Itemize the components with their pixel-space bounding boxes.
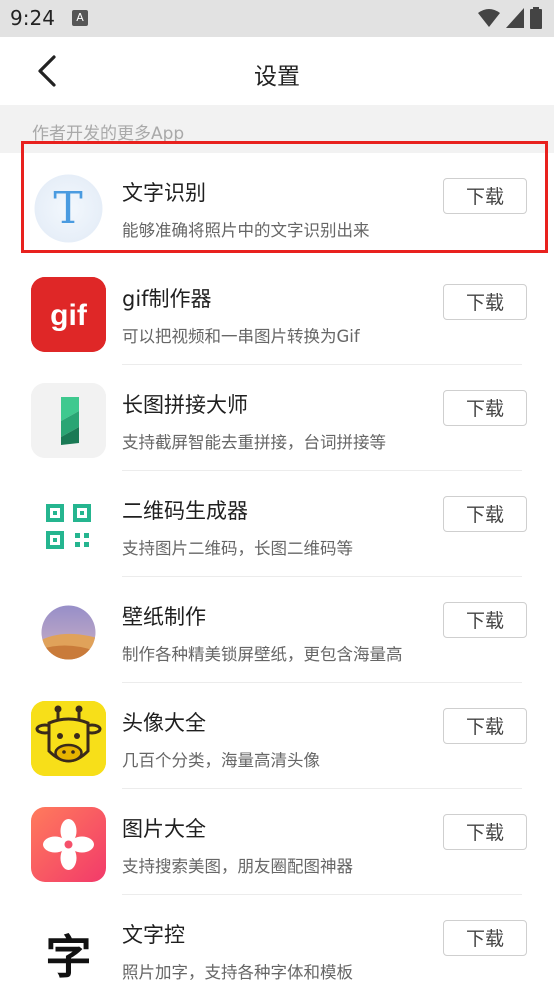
- giraffe-avatar-icon: [31, 701, 106, 776]
- download-button[interactable]: 下载: [443, 602, 527, 638]
- page-title: 设置: [254, 64, 300, 90]
- list-item[interactable]: 壁纸制作 制作各种精美锁屏壁纸，更包含海量高 下载: [0, 577, 554, 683]
- flower-icon: [31, 807, 106, 882]
- list-item[interactable]: T 文字识别 能够准确将照片中的文字识别出来 下载: [0, 153, 554, 259]
- long-image-stitch-icon: [31, 383, 106, 458]
- download-button[interactable]: 下载: [443, 814, 527, 850]
- download-button[interactable]: 下载: [443, 178, 527, 214]
- app-description: 几百个分类，海量高清头像: [122, 751, 320, 770]
- app-name: 长图拼接大师: [122, 393, 248, 417]
- signal-icon: [506, 8, 524, 28]
- qr-code-icon: [31, 489, 106, 564]
- wallpaper-icon: [31, 595, 106, 670]
- app-description: 可以把视频和一串图片转换为Gif: [122, 327, 360, 346]
- app-description: 照片加字，支持各种字体和模板: [122, 963, 353, 982]
- app-header: 设置: [0, 37, 554, 105]
- app-description: 支持图片二维码，长图二维码等: [122, 539, 353, 558]
- list-item[interactable]: 图片大全 支持搜索美图，朋友圈配图神器 下载: [0, 789, 554, 895]
- notification-icon: A: [72, 10, 88, 26]
- app-name: 二维码生成器: [122, 499, 248, 523]
- app-name: gif制作器: [122, 287, 212, 311]
- app-name: 头像大全: [122, 711, 206, 735]
- battery-icon: [530, 7, 542, 29]
- app-description: 能够准确将照片中的文字识别出来: [122, 221, 370, 240]
- svg-text:gif: gif: [50, 299, 88, 332]
- app-description: 支持搜索美图，朋友圈配图神器: [122, 857, 353, 876]
- list-item[interactable]: 头像大全 几百个分类，海量高清头像 下载: [0, 683, 554, 789]
- app-list: T 文字识别 能够准确将照片中的文字识别出来 下载 gif gif制作器 可以把…: [0, 153, 554, 1001]
- section-header: 作者开发的更多App: [0, 105, 554, 153]
- download-button[interactable]: 下载: [443, 284, 527, 320]
- wifi-icon: [478, 9, 500, 27]
- status-icons: [478, 7, 542, 29]
- app-description: 制作各种精美锁屏壁纸，更包含海量高: [122, 645, 403, 664]
- text-art-icon: 字: [31, 913, 106, 988]
- svg-text:字: 字: [46, 930, 92, 984]
- list-item[interactable]: 长图拼接大师 支持截屏智能去重拼接，台词拼接等 下载: [0, 365, 554, 471]
- text-recognition-icon: T: [31, 171, 106, 246]
- list-item[interactable]: 二维码生成器 支持图片二维码，长图二维码等 下载: [0, 471, 554, 577]
- app-name: 文字控: [122, 923, 185, 947]
- status-bar: 9:24 A: [0, 0, 554, 37]
- app-description: 支持截屏智能去重拼接，台词拼接等: [122, 433, 386, 452]
- download-button[interactable]: 下载: [443, 920, 527, 956]
- download-button[interactable]: 下载: [443, 496, 527, 532]
- app-name: 图片大全: [122, 817, 206, 841]
- download-button[interactable]: 下载: [443, 708, 527, 744]
- svg-text:T: T: [53, 183, 82, 234]
- list-item[interactable]: gif gif制作器 可以把视频和一串图片转换为Gif 下载: [0, 259, 554, 365]
- download-button[interactable]: 下载: [443, 390, 527, 426]
- app-name: 文字识别: [122, 181, 206, 205]
- app-name: 壁纸制作: [122, 605, 206, 629]
- status-time: 9:24: [10, 6, 55, 30]
- gif-maker-icon: gif: [31, 277, 106, 352]
- list-item[interactable]: 字 文字控 照片加字，支持各种字体和模板 下载: [0, 895, 554, 1001]
- section-label: 作者开发的更多App: [32, 124, 185, 144]
